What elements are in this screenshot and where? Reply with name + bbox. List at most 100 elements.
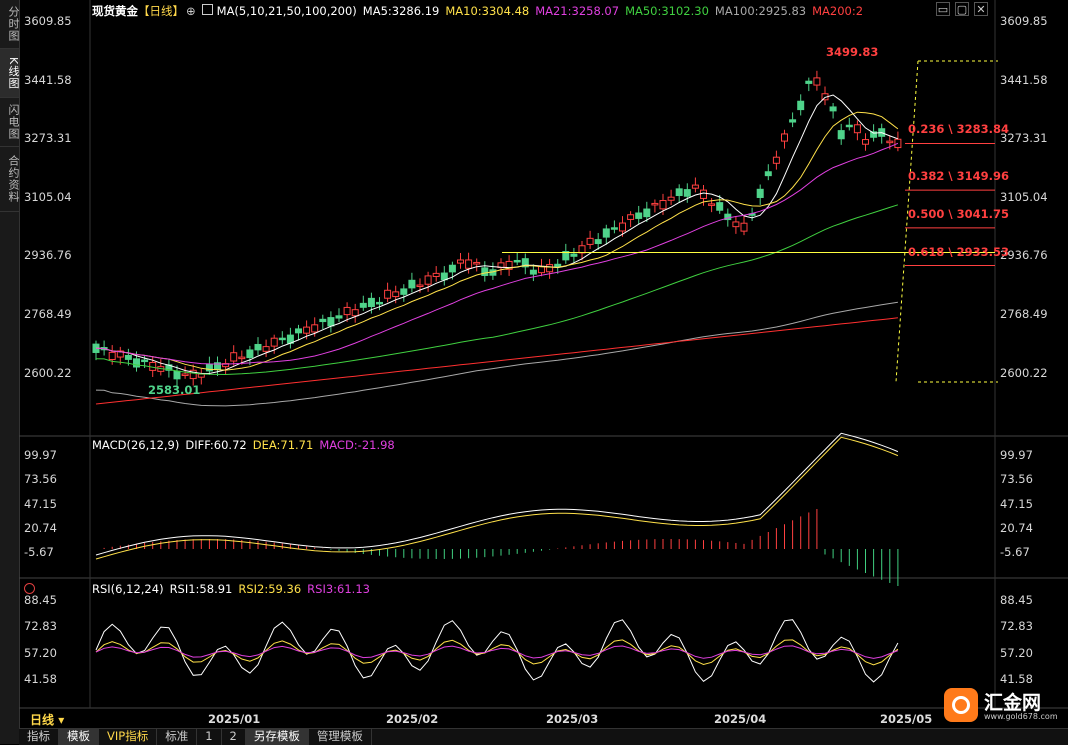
candle-body (270, 337, 278, 347)
fib-level-0618: 0.618 \ 2933.53 (908, 245, 1009, 259)
candle-body (797, 100, 805, 111)
ma-legend-item-4: MA50:3102.30 (625, 4, 709, 18)
candle-body (246, 349, 254, 359)
candle-body (667, 196, 675, 201)
candle-body (133, 358, 140, 368)
candle-body (254, 343, 262, 351)
candle-body (675, 188, 683, 197)
candle-body (586, 237, 594, 245)
candle-body (351, 309, 359, 317)
y-tick-label: 3609.85 (1000, 14, 1048, 28)
y-tick-label: 20.74 (1000, 520, 1033, 535)
candle-body (708, 203, 716, 206)
peak-price-label: 3499.83 (826, 45, 879, 59)
candle-body (457, 259, 464, 264)
candle-body (230, 352, 238, 362)
y-tick-label: 2768.49 (1000, 307, 1048, 321)
candle-body (440, 272, 448, 281)
candle-body (424, 275, 432, 285)
restore-icon[interactable]: ▢ (955, 2, 969, 16)
y-tick-label: 47.15 (1000, 496, 1033, 511)
candle-body (529, 269, 537, 275)
candle-body (465, 259, 473, 269)
fib-diagonal (895, 60, 919, 383)
candle-body (181, 373, 189, 376)
candle-body (538, 266, 545, 274)
candle-body (651, 202, 659, 206)
y-tick-label: 41.58 (1000, 671, 1033, 686)
bottom-tab-6[interactable]: 另存模板 (245, 729, 309, 745)
bottom-tab-0[interactable]: 指标 (19, 729, 59, 745)
rsi-legend-item-3: RSI3:61.13 (307, 582, 370, 596)
ma-legend-item-2: MA10:3304.48 (445, 4, 530, 18)
macd-legend-item-3: MACD:-21.98 (319, 438, 395, 452)
ma-legend-item-3: MA21:3258.07 (535, 4, 620, 18)
candle-body (384, 289, 392, 299)
price-chart-canvas[interactable] (0, 0, 1068, 744)
candle-body (173, 370, 181, 380)
candle-body (853, 124, 861, 134)
candle-body (594, 239, 602, 245)
rsi-legend-item-2: RSI2:59.36 (238, 582, 302, 596)
bottom-tab-4[interactable]: 1 (197, 729, 222, 745)
candle-body (691, 184, 699, 189)
bottom-tab-3[interactable]: 标准 (157, 729, 198, 745)
candle-body (416, 284, 424, 288)
ma200-line (95, 317, 898, 405)
low-price-label: 2583.01 (148, 383, 201, 397)
bottom-tab-2[interactable]: VIP指标 (99, 729, 158, 745)
candle-body (732, 221, 740, 228)
y-tick-label: 88.45 (24, 593, 57, 607)
y-tick-label: 41.58 (24, 671, 57, 686)
main-legend: 现货黄金【日线】 ⊕ MA(5,10,21,50,100,200) MA5:3286.… (92, 3, 875, 19)
ma-legend-item-5: MA100:2925.83 (714, 4, 807, 18)
candle-body (554, 263, 562, 268)
candle-body (343, 306, 351, 316)
candle-body (367, 297, 375, 308)
bottom-tab-1[interactable]: 模板 (59, 729, 99, 745)
y-tick-label: 2936.76 (24, 248, 72, 263)
candle-body (513, 259, 521, 263)
y-tick-label: 57.20 (1000, 645, 1033, 660)
candle-body (278, 337, 286, 341)
y-tick-label: 2600.22 (24, 365, 72, 380)
y-tick-label: 3441.58 (24, 72, 72, 87)
bottom-toolbar: 指标 模板 VIP指标 标准 1 2 另存模板 管理模板 (19, 728, 1068, 745)
indicator-toggle-icon[interactable] (201, 4, 213, 15)
candle-body (862, 139, 869, 145)
candle-body (659, 200, 667, 210)
candle-body (481, 267, 489, 276)
rsi3-line (95, 645, 899, 659)
period-selector[interactable]: 日线 ▾ (30, 711, 64, 728)
candle-body (845, 124, 853, 128)
ma50-line (95, 204, 899, 376)
y-tick-label: 73.56 (24, 472, 57, 487)
candle-body (756, 188, 764, 198)
fib-level-0236: 0.236 \ 3283.84 (908, 122, 1009, 136)
y-tick-label: 99.97 (1000, 448, 1033, 462)
logo-icon (944, 688, 978, 722)
minimize-icon[interactable]: ▭ (936, 2, 950, 16)
date-label: 2025/01 (208, 712, 261, 726)
candle-body (546, 264, 554, 273)
date-label: 2025/05 (880, 712, 933, 726)
bottom-tab-5[interactable]: 2 (222, 729, 246, 745)
candle-body (311, 324, 319, 333)
candle-body (400, 288, 408, 295)
settings-icon[interactable]: ⊕ (186, 4, 196, 18)
candle-body (619, 222, 626, 232)
y-tick-label: 99.97 (24, 448, 57, 462)
candle-body (829, 106, 837, 112)
close-icon[interactable]: ✕ (974, 2, 988, 16)
y-tick-label: 73.56 (1000, 472, 1033, 487)
ma100-line (95, 301, 898, 407)
candle-body (805, 80, 813, 84)
candle-body (740, 222, 748, 232)
candle-body (473, 261, 481, 265)
y-tick-label: 20.74 (24, 520, 57, 535)
ma10-line (95, 111, 899, 371)
candle-body (643, 208, 651, 218)
bottom-tab-7[interactable]: 管理模板 (309, 729, 372, 745)
y-tick-label: 72.83 (1000, 619, 1033, 634)
rsi-legend: RSI(6,12,24) RSI1:58.91 RSI2:59.36 RSI3:61.… (92, 582, 376, 596)
